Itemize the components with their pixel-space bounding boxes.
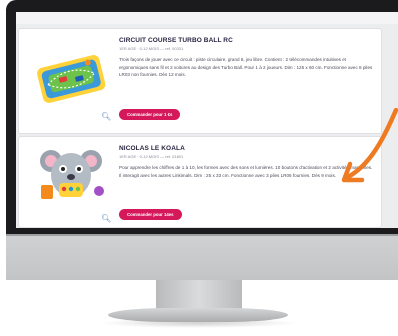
magnifier-icon[interactable]: 🔍︎ — [101, 215, 111, 223]
product-card: 🔍︎ CIRCUIT COURSE TURBO BALL RC 1ER AGE … — [18, 28, 382, 134]
order-button[interactable]: Commander pour 1 €s — [119, 109, 181, 120]
koala-toy-image[interactable] — [33, 145, 109, 203]
order-button[interactable]: Commander pour 14es — [119, 209, 182, 220]
product-title[interactable]: NICOLAS LE KOALA — [119, 145, 185, 152]
chin-divider — [6, 234, 398, 236]
product-description: Trois façons de jouer avec ce circuit : … — [119, 57, 373, 78]
product-description: Pour apprendre les chiffres de 1 à 10, l… — [119, 165, 373, 178]
product-title[interactable]: CIRCUIT COURSE TURBO BALL RC — [119, 37, 233, 44]
page-top-bar — [16, 12, 398, 24]
monitor-chin — [6, 234, 398, 280]
product-card: 🔍︎ NICOLAS LE KOALA 1ER AGE · 0-12 MOIS … — [18, 136, 382, 228]
product-meta: 1ER AGE · 0-12 MOIS — ref. 01801 — [119, 154, 184, 159]
race-track-image[interactable] — [33, 49, 109, 107]
pointer-arrow-icon — [341, 108, 398, 183]
monitor: 🔍︎ CIRCUIT COURSE TURBO BALL RC 1ER AGE … — [0, 0, 398, 336]
magnifier-icon[interactable]: 🔍︎ — [101, 113, 111, 121]
monitor-stand-foot — [108, 308, 288, 322]
product-meta: 1ER AGE · 0-12 MOIS — ref. 00331 — [119, 46, 184, 51]
